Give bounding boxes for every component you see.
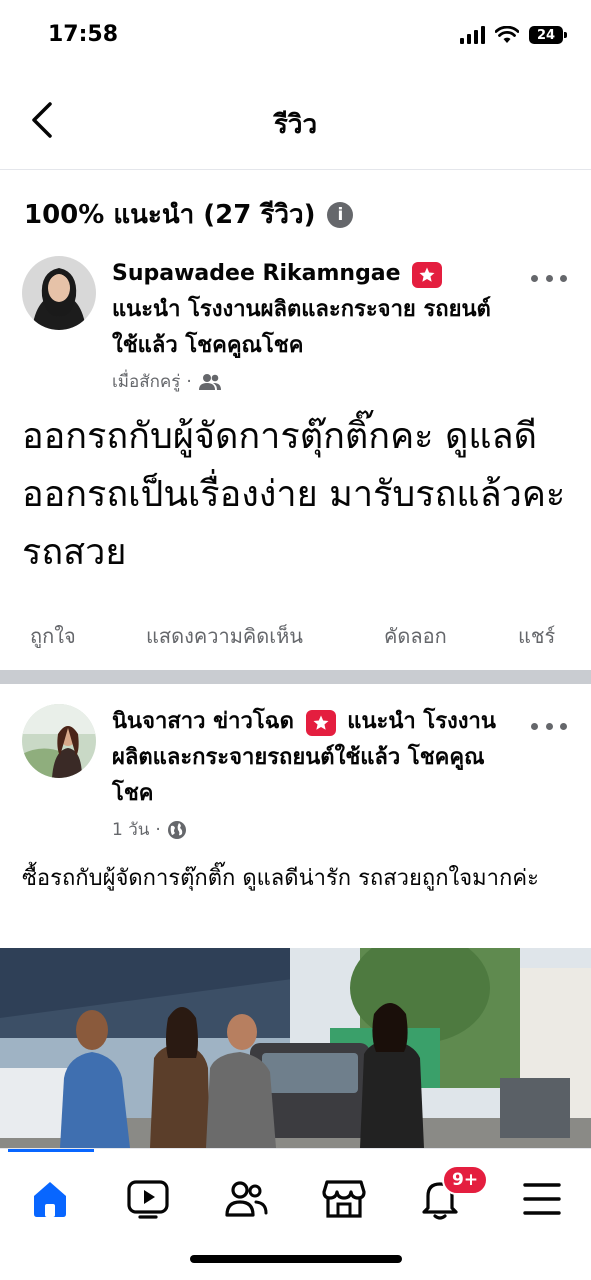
- post-body: ซื้อรถกับผู้จัดการตุ๊กติ๊ก ดูแลดีน่ารัก …: [22, 866, 539, 891]
- home-icon: [34, 1182, 66, 1217]
- post-body: ออกรถกับผู้จัดการตุ๊กติ๊กคะ ดูแลดี ออกรถ…: [22, 416, 566, 573]
- avatar[interactable]: [22, 704, 96, 778]
- nav-home[interactable]: [22, 1171, 78, 1227]
- status-time: 17:58: [48, 22, 119, 47]
- notification-badge: 9+: [442, 1165, 489, 1195]
- page-title: รีวิว: [273, 110, 318, 140]
- friends-icon: [225, 1181, 268, 1217]
- home-indicator: [190, 1255, 402, 1263]
- author-name[interactable]: Supawadee Rikamngae: [112, 261, 401, 286]
- menu-icon: [523, 1183, 561, 1215]
- post-divider: [0, 670, 591, 684]
- video-icon: [127, 1180, 169, 1219]
- comment-button[interactable]: แสดงความคิดเห็น: [146, 620, 303, 652]
- post-timestamp: 1 วัน: [112, 820, 150, 840]
- recommend-summary-text: 100% แนะนำ (27 รีวิว): [24, 200, 316, 230]
- post-photo[interactable]: [0, 948, 591, 1148]
- share-button[interactable]: แชร์: [518, 620, 555, 652]
- status-bar: 17:58 24: [0, 0, 591, 72]
- author-name[interactable]: นินจาสาว ข่าวโฉด: [112, 709, 294, 734]
- friends-icon: [198, 373, 221, 390]
- reviews-summary: 100% แนะนำ (27 รีวิว) i: [24, 194, 354, 235]
- nav-friends[interactable]: [218, 1171, 274, 1227]
- active-tab-indicator: [8, 1149, 94, 1152]
- avatar[interactable]: [22, 256, 96, 330]
- battery-level: 24: [536, 27, 556, 43]
- wifi-icon: [495, 26, 519, 43]
- info-icon[interactable]: i: [327, 201, 354, 228]
- globe-icon: [167, 820, 186, 839]
- post-timestamp: เมื่อสักครู่: [112, 372, 181, 392]
- post-subline: 1 วัน ·: [112, 816, 511, 843]
- more-options-button[interactable]: [531, 268, 567, 288]
- post-actions: ถูกใจ แสดงความคิดเห็น คัดลอก แชร์: [0, 620, 591, 660]
- nav-notifications[interactable]: 9+: [412, 1165, 489, 1227]
- cellular-signal-icon: [460, 26, 485, 44]
- post-header: นินจาสาว ข่าวโฉด แนะนำ โรงงานผลิตและกระจ…: [112, 704, 511, 843]
- battery-icon: 24: [529, 26, 567, 44]
- recommend-text[interactable]: แนะนำ โรงงานผลิตและกระจาย รถยนต์ใช้แล้ว …: [112, 297, 491, 358]
- copy-button[interactable]: คัดลอก: [384, 620, 447, 652]
- nav-video[interactable]: [120, 1171, 176, 1227]
- marketplace-icon: [322, 1180, 366, 1218]
- nav-menu[interactable]: [514, 1171, 570, 1227]
- more-options-button[interactable]: [531, 716, 567, 736]
- like-button[interactable]: ถูกใจ: [30, 620, 76, 652]
- post-subline: เมื่อสักครู่ ·: [112, 368, 511, 395]
- post-header: Supawadee Rikamngae แนะนำ โรงงานผลิตและก…: [112, 256, 511, 395]
- status-icons: 24: [460, 26, 567, 44]
- star-badge-icon: [412, 262, 443, 288]
- star-badge-icon: [305, 710, 336, 736]
- header: รีวิว: [0, 72, 591, 170]
- nav-marketplace[interactable]: [316, 1171, 372, 1227]
